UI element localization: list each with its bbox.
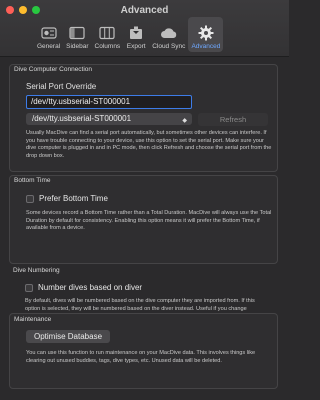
tab-cloud-sync-label: Cloud Sync <box>152 43 186 50</box>
optimise-database-button[interactable]: Optimise Database <box>26 330 110 343</box>
dive-computer-description: Usually MacDive can find a serial port a… <box>26 130 272 159</box>
columns-icon <box>97 24 117 41</box>
serial-port-input[interactable]: /dev/tty.usbserial-ST000001 <box>26 95 192 109</box>
serial-port-label: Serial Port Override <box>26 82 97 91</box>
preferences-toolbar: General Sidebar Columns Export Cloud Syn… <box>34 17 224 53</box>
dive-computer-panel: Dive Computer Connection Serial Port Ove… <box>9 64 278 172</box>
section-title-dive-computer: Dive Computer Connection <box>14 66 93 73</box>
prefer-bottom-time-checkbox[interactable] <box>26 194 34 203</box>
section-title-bottom-time: Bottom Time <box>14 177 51 184</box>
number-dives-checkbox[interactable] <box>25 283 33 292</box>
chevron-updown-icon: ◆ <box>182 118 187 124</box>
window-title: Advanced <box>120 5 169 16</box>
number-dives-label: Number dives based on diver <box>38 283 143 292</box>
number-dives-row[interactable]: Number dives based on diver <box>25 283 142 292</box>
serial-port-popup[interactable]: /dev/tty.usbserial-ST000001 ◆ <box>26 113 192 125</box>
section-title-maintenance: Maintenance <box>14 316 52 323</box>
tab-sidebar[interactable]: Sidebar <box>63 17 91 52</box>
cloud-icon <box>159 24 179 41</box>
refresh-button[interactable]: Refresh <box>198 113 268 126</box>
tab-columns-label: Columns <box>94 43 121 50</box>
bottom-time-panel: Bottom Time Prefer Bottom Time Some devi… <box>9 175 278 264</box>
tab-export[interactable]: Export <box>123 17 149 52</box>
tab-advanced[interactable]: Advanced <box>188 17 224 52</box>
window-titlebar: Advanced General Sidebar Columns Export <box>0 0 289 57</box>
tab-sidebar-label: Sidebar <box>66 43 89 50</box>
tab-export-label: Export <box>126 43 146 50</box>
prefer-bottom-time-row[interactable]: Prefer Bottom Time <box>26 194 108 203</box>
tab-general[interactable]: General <box>34 17 63 52</box>
dive-numbering-panel: Dive Numbering Number dives based on div… <box>9 266 278 319</box>
maintenance-panel: Maintenance Optimise Database You can us… <box>9 313 278 389</box>
tab-columns[interactable]: Columns <box>92 17 124 52</box>
tab-cloud-sync[interactable]: Cloud Sync <box>149 17 188 52</box>
bottom-time-description: Some devices record a Bottom Time rather… <box>26 210 272 232</box>
prefer-bottom-time-label: Prefer Bottom Time <box>39 194 108 203</box>
gear-icon <box>196 24 216 41</box>
gear-switch-icon <box>39 24 59 41</box>
serial-port-popup-value: /dev/tty.usbserial-ST000001 <box>32 114 132 123</box>
tab-advanced-label: Advanced <box>191 43 221 50</box>
section-title-dive-numbering: Dive Numbering <box>13 267 60 274</box>
export-icon <box>126 24 146 41</box>
sidebar-icon <box>67 24 87 41</box>
tab-general-label: General <box>37 43 61 50</box>
maintenance-description: You can use this function to run mainten… <box>26 350 256 364</box>
